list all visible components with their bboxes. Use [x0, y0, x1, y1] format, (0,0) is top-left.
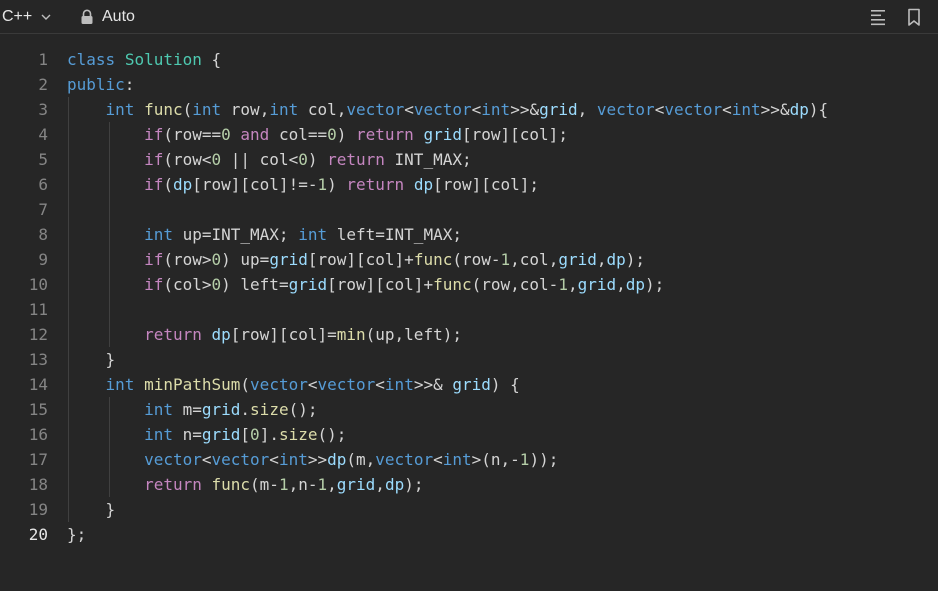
line-number: 9	[38, 250, 48, 269]
indent-guide	[109, 147, 110, 172]
indent-guide	[68, 422, 69, 447]
indent-guide	[109, 272, 110, 297]
line-number: 5	[38, 150, 48, 169]
code-line: if(row<0 || col<0) return INT_MAX;	[67, 147, 938, 172]
indent-guide	[68, 347, 69, 372]
lock-icon	[81, 9, 93, 24]
line-number: 2	[38, 75, 48, 94]
code-line: vector<vector<int>>dp(m,vector<int>(n,-1…	[67, 447, 938, 472]
chevron-down-icon	[41, 14, 51, 20]
indent-guide	[68, 247, 69, 272]
code-line: if(dp[row][col]!=-1) return dp[row][col]…	[67, 172, 938, 197]
indent-guide	[68, 297, 69, 322]
line-number: 15	[28, 400, 48, 419]
align-left-icon	[871, 10, 885, 26]
bookmark-icon	[908, 8, 920, 26]
editor-toolbar: C++ Auto	[0, 0, 938, 34]
code-editor[interactable]: 1 2 3 4 5 6 7 8 9 10 11 12 13 14 15 16 1…	[0, 35, 938, 591]
indent-guide	[109, 247, 110, 272]
indent-guide	[68, 322, 69, 347]
line-number: 1	[38, 50, 48, 69]
indent-guide	[109, 447, 110, 472]
line-number: 14	[28, 375, 48, 394]
indent-guide	[68, 497, 69, 522]
line-number: 11	[28, 300, 48, 319]
indent-guide	[109, 222, 110, 247]
code-line: int n=grid[0].size();	[67, 422, 938, 447]
indent-guide	[68, 197, 69, 222]
line-number: 7	[38, 200, 48, 219]
indent-guide	[109, 322, 110, 347]
line-number: 17	[28, 450, 48, 469]
code-line: class Solution {	[67, 50, 222, 69]
code-line: if(row==0 and col==0) return grid[row][c…	[67, 122, 938, 147]
format-button[interactable]	[868, 7, 888, 27]
code-line: if(col>0) left=grid[row][col]+func(row,c…	[67, 272, 938, 297]
mode-indicator[interactable]: Auto	[80, 7, 135, 27]
language-select[interactable]: C++	[2, 7, 52, 27]
code-area[interactable]: class Solution { public: int func(int ro…	[67, 47, 938, 547]
code-line: int m=grid.size();	[67, 397, 938, 422]
indent-guide	[109, 472, 110, 497]
line-number: 16	[28, 425, 48, 444]
line-number: 3	[38, 100, 48, 119]
code-line: int up=INT_MAX; int left=INT_MAX;	[67, 222, 938, 247]
line-number: 6	[38, 175, 48, 194]
indent-guide	[68, 447, 69, 472]
indent-guide	[68, 97, 69, 122]
line-number: 4	[38, 125, 48, 144]
mode-label: Auto	[102, 8, 135, 25]
language-label: C++	[2, 8, 33, 25]
code-line: }	[67, 497, 938, 522]
indent-guide	[109, 172, 110, 197]
indent-guide	[68, 472, 69, 497]
code-line: if(row>0) up=grid[row][col]+func(row-1,c…	[67, 247, 938, 272]
line-number: 12	[28, 325, 48, 344]
line-number-active: 20	[28, 525, 48, 544]
code-line: public:	[67, 75, 135, 94]
code-line: int minPathSum(vector<vector<int>>& grid…	[67, 372, 938, 397]
indent-guide	[109, 397, 110, 422]
code-line: return dp[row][col]=min(up,left);	[67, 322, 938, 347]
indent-guide	[109, 297, 110, 322]
line-number: 18	[28, 475, 48, 494]
code-line: };	[67, 525, 87, 544]
indent-guide	[68, 372, 69, 397]
code-line: return func(m-1,n-1,grid,dp);	[67, 472, 938, 497]
indent-guide	[68, 222, 69, 247]
indent-guide	[68, 272, 69, 297]
code-line	[67, 197, 938, 222]
line-number-gutter: 1 2 3 4 5 6 7 8 9 10 11 12 13 14 15 16 1…	[0, 47, 48, 547]
indent-guide	[109, 422, 110, 447]
indent-guide	[68, 122, 69, 147]
indent-guide	[109, 122, 110, 147]
line-number: 19	[28, 500, 48, 519]
indent-guide	[68, 397, 69, 422]
code-line: }	[67, 347, 938, 372]
code-line	[67, 297, 938, 322]
indent-guide	[109, 197, 110, 222]
indent-guide	[68, 172, 69, 197]
indent-guide	[68, 147, 69, 172]
line-number: 8	[38, 225, 48, 244]
bookmark-button[interactable]	[904, 7, 924, 27]
code-line: int func(int row,int col,vector<vector<i…	[67, 97, 938, 122]
line-number: 10	[28, 275, 48, 294]
line-number: 13	[28, 350, 48, 369]
